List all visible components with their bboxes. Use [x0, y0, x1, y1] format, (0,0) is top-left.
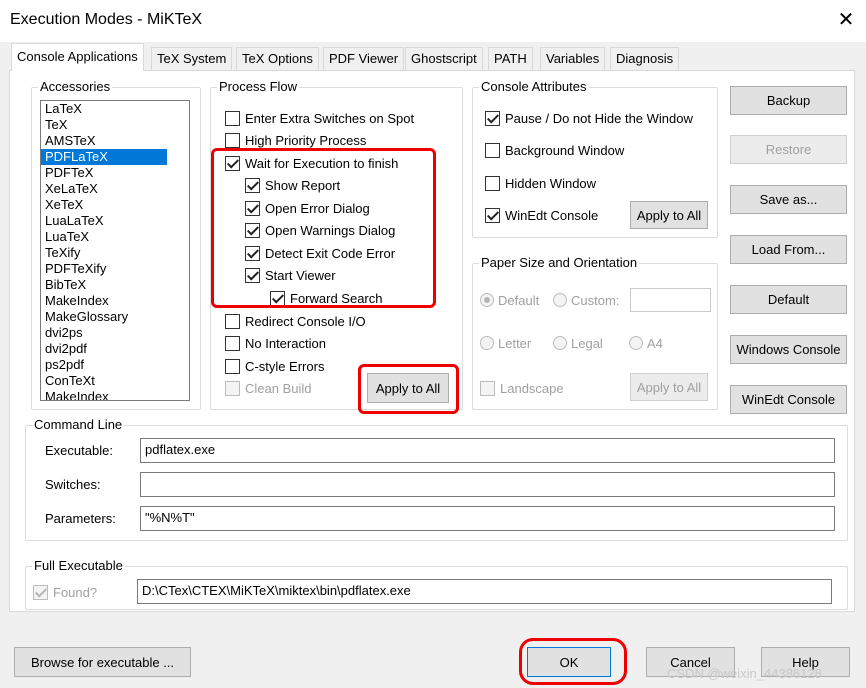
paper-legal-radio: Legal [553, 334, 603, 352]
list-item[interactable]: BibTeX [41, 277, 189, 293]
checkbox-box[interactable] [225, 358, 240, 374]
executable-label: Executable: [45, 443, 113, 458]
browse-executable-button[interactable]: Browse for executable ... [14, 647, 191, 677]
checkbox-box[interactable] [485, 142, 500, 158]
parameters-label: Parameters: [45, 511, 116, 526]
command-line-title: Command Line [32, 417, 125, 432]
paper-a4-radio: A4 [629, 334, 663, 352]
landscape-checkbox: Landscape [480, 379, 564, 397]
full-executable-title: Full Executable [32, 558, 125, 573]
paper-default-radio: Default [480, 291, 539, 309]
console-apply-to-all-button[interactable]: Apply to All [630, 201, 708, 229]
tab-tex-system[interactable]: TeX System [151, 47, 233, 70]
redirect-console-checkbox[interactable]: Redirect Console I/O [225, 312, 366, 330]
list-item[interactable]: LuaLaTeX [41, 213, 189, 229]
backup-button[interactable]: Backup [730, 86, 847, 115]
tab-console-applications[interactable]: Console Applications [11, 43, 144, 71]
paper-letter-radio: Letter [480, 334, 531, 352]
checkbox-box [225, 380, 240, 396]
load-from-button[interactable]: Load From... [730, 235, 847, 264]
paper-apply-to-all-button: Apply to All [630, 373, 708, 401]
radio-dot [553, 293, 567, 307]
list-item[interactable]: MakeIndex [41, 293, 189, 309]
annotation-apply-to-all [358, 364, 459, 414]
c-style-errors-checkbox[interactable]: C-style Errors [225, 357, 324, 375]
checkbox-box[interactable] [225, 132, 240, 148]
tab-variables[interactable]: Variables [540, 47, 606, 70]
checkbox-box[interactable] [225, 110, 240, 126]
window-title: Execution Modes - MiKTeX [10, 11, 203, 28]
switches-label: Switches: [45, 477, 101, 492]
process-flow-title: Process Flow [217, 79, 300, 94]
list-item[interactable]: PDFTeX [41, 165, 189, 181]
accessories-title: Accessories [38, 79, 113, 94]
winedt-console-button[interactable]: WinEdt Console [730, 385, 847, 414]
console-attributes-title: Console Attributes [479, 79, 589, 94]
executable-input[interactable]: pdflatex.exe [140, 438, 835, 463]
title-bar: Execution Modes - MiKTeX ✕ [0, 0, 866, 42]
windows-console-button[interactable]: Windows Console [730, 335, 847, 364]
no-interaction-checkbox[interactable]: No Interaction [225, 334, 326, 352]
radio-dot [480, 336, 494, 350]
tab-ghostscript[interactable]: Ghostscript [405, 47, 483, 70]
background-window-checkbox[interactable]: Background Window [485, 141, 624, 159]
tab-diagnosis[interactable]: Diagnosis [610, 47, 680, 70]
winedt-console-checkbox[interactable]: WinEdt Console [485, 206, 598, 224]
hidden-window-checkbox[interactable]: Hidden Window [485, 174, 596, 192]
custom-size-input [630, 288, 711, 312]
high-priority-checkbox[interactable]: High Priority Process [225, 131, 366, 149]
pause-window-checkbox[interactable]: Pause / Do not Hide the Window [485, 109, 693, 127]
accessories-list[interactable]: LaTeX TeX AMSTeX PDFLaTeX PDFTeX XeLaTeX… [40, 100, 190, 401]
tab-path[interactable]: PATH [488, 47, 533, 70]
list-item[interactable]: PDFTeXify [41, 261, 189, 277]
clean-build-checkbox: Clean Build [225, 379, 312, 397]
default-button[interactable]: Default [730, 285, 847, 314]
found-checkbox: Found? [33, 583, 97, 601]
tab-pdf-viewer[interactable]: PDF Viewer [323, 47, 405, 70]
annotation-process-options [211, 148, 436, 308]
list-item[interactable]: dvi2ps [41, 325, 189, 341]
checkbox-box[interactable] [485, 175, 500, 191]
list-item[interactable]: LaTeX [41, 101, 189, 117]
paper-size-title: Paper Size and Orientation [479, 255, 640, 270]
restore-button: Restore [730, 135, 847, 164]
list-item[interactable]: XeTeX [41, 197, 189, 213]
close-icon[interactable]: ✕ [834, 8, 858, 32]
list-item[interactable]: ps2pdf [41, 357, 189, 373]
checkbox-box[interactable] [485, 207, 500, 223]
watermark: CSDN @weixin_44386128 [667, 666, 822, 681]
extra-switches-checkbox[interactable]: Enter Extra Switches on Spot [225, 109, 414, 127]
list-item[interactable]: AMSTeX [41, 133, 189, 149]
list-item[interactable]: MakeIndex [41, 389, 189, 400]
list-item[interactable]: XeLaTeX [41, 181, 189, 197]
list-item-selected[interactable]: PDFLaTeX [41, 149, 167, 165]
list-item[interactable]: LuaTeX [41, 229, 189, 245]
annotation-ok [519, 638, 627, 685]
list-item[interactable]: ConTeXt [41, 373, 189, 389]
checkbox-box[interactable] [225, 313, 240, 329]
tab-tex-options[interactable]: TeX Options [236, 47, 319, 70]
save-as-button[interactable]: Save as... [730, 185, 847, 214]
list-item[interactable]: MakeGlossary [41, 309, 189, 325]
parameters-input[interactable]: "%N%T" [140, 506, 835, 531]
checkbox-box[interactable] [225, 335, 240, 351]
list-item[interactable]: dvi2pdf [41, 341, 189, 357]
list-item[interactable]: TeX [41, 117, 189, 133]
paper-custom-radio: Custom: [553, 291, 619, 309]
full-executable-path: D:\CTex\CTEX\MiKTeX\miktex\bin\pdflatex.… [137, 579, 832, 604]
radio-dot [553, 336, 567, 350]
radio-dot [629, 336, 643, 350]
checkbox-box[interactable] [485, 110, 500, 126]
checkbox-box [33, 584, 48, 600]
switches-input[interactable] [140, 472, 835, 497]
list-item[interactable]: TeXify [41, 245, 189, 261]
radio-dot [480, 293, 494, 307]
checkbox-box [480, 380, 495, 396]
